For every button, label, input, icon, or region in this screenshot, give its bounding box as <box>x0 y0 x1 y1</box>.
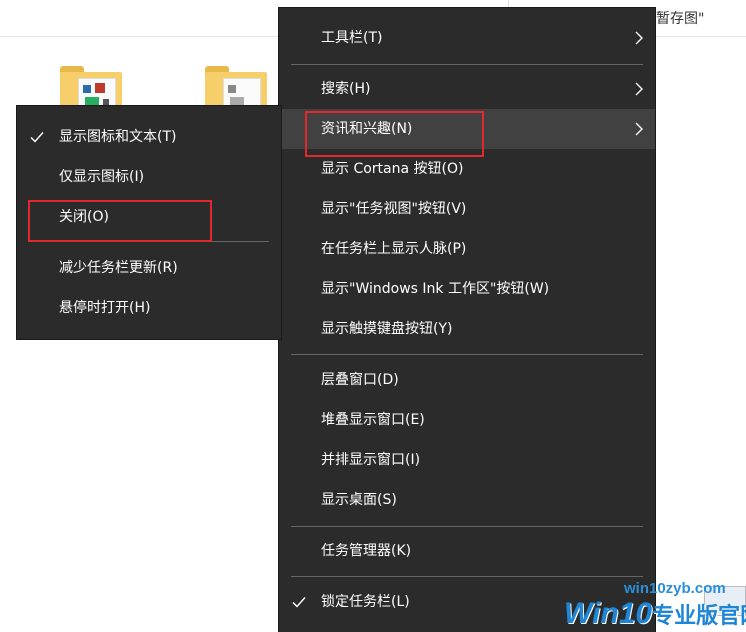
chevron-right-icon <box>635 31 643 45</box>
highlight-box-news-and-interests <box>305 111 484 157</box>
submenu-item-reduce-updates[interactable]: 减少任务栏更新(R) <box>17 248 281 288</box>
menu-item-label: 显示图标和文本(T) <box>59 129 177 145</box>
watermark-logo: win10zyb.com Win10专业版官网 <box>556 580 746 632</box>
submenu-item-show-icon-only[interactable]: 仅显示图标(I) <box>17 157 281 197</box>
menu-item-task-manager[interactable]: 任务管理器(K) <box>279 531 655 571</box>
menu-item-label: 并排显示窗口(I) <box>321 452 421 468</box>
watermark-url: win10zyb.com <box>624 580 726 597</box>
menu-item-show-windows-ink[interactable]: 显示"Windows Ink 工作区"按钮(W) <box>279 269 655 309</box>
menu-item-label: 任务管理器(K) <box>321 543 412 559</box>
checkmark-icon <box>30 132 44 143</box>
menu-item-cascade-windows[interactable]: 层叠窗口(D) <box>279 360 655 400</box>
menu-item-search[interactable]: 搜索(H) <box>279 69 655 109</box>
menu-item-show-people[interactable]: 在任务栏上显示人脉(P) <box>279 229 655 269</box>
checkmark-icon <box>292 597 306 608</box>
menu-separator <box>291 576 643 577</box>
highlight-box-turn-off <box>28 200 212 242</box>
menu-item-label: 在任务栏上显示人脉(P) <box>321 241 467 257</box>
menu-separator <box>291 64 643 65</box>
explorer-tab-text: 暂存图" <box>656 11 705 27</box>
menu-item-stack-windows[interactable]: 堆叠显示窗口(E) <box>279 400 655 440</box>
chevron-right-icon <box>635 82 643 96</box>
menu-item-label: 工具栏(T) <box>321 30 383 46</box>
menu-item-label: 堆叠显示窗口(E) <box>321 412 425 428</box>
chevron-right-icon <box>635 122 643 136</box>
submenu-item-open-on-hover[interactable]: 悬停时打开(H) <box>17 288 281 328</box>
menu-item-show-task-view-button[interactable]: 显示"任务视图"按钮(V) <box>279 189 655 229</box>
menu-item-label: 搜索(H) <box>321 81 371 97</box>
watermark-brand-suffix: 专业版官网 <box>652 603 746 628</box>
menu-item-label: 悬停时打开(H) <box>59 300 151 316</box>
menu-item-label: 仅显示图标(I) <box>59 169 145 185</box>
menu-item-label: 层叠窗口(D) <box>321 372 399 388</box>
menu-separator <box>291 354 643 355</box>
menu-item-label: 显示"任务视图"按钮(V) <box>321 201 467 217</box>
menu-item-toolbars[interactable]: 工具栏(T) <box>279 18 655 58</box>
menu-item-label: 减少任务栏更新(R) <box>59 260 178 276</box>
watermark-brand: Win10专业版官网 <box>564 597 746 631</box>
taskbar-context-menu: 工具栏(T) 搜索(H) 资讯和兴趣(N) 显示 Cortana 按钮(O) 显… <box>279 8 655 632</box>
menu-item-show-desktop[interactable]: 显示桌面(S) <box>279 480 655 520</box>
menu-item-show-touch-keyboard[interactable]: 显示触摸键盘按钮(Y) <box>279 309 655 349</box>
menu-item-label: 显示"Windows Ink 工作区"按钮(W) <box>321 281 550 297</box>
menu-item-label: 显示触摸键盘按钮(Y) <box>321 321 453 337</box>
menu-item-label: 显示桌面(S) <box>321 492 397 508</box>
menu-item-side-by-side[interactable]: 并排显示窗口(I) <box>279 440 655 480</box>
watermark-brand-name: Win10 <box>564 597 653 630</box>
submenu-item-show-icon-and-text[interactable]: 显示图标和文本(T) <box>17 117 281 157</box>
menu-item-label: 锁定任务栏(L) <box>321 594 410 610</box>
menu-separator <box>291 526 643 527</box>
